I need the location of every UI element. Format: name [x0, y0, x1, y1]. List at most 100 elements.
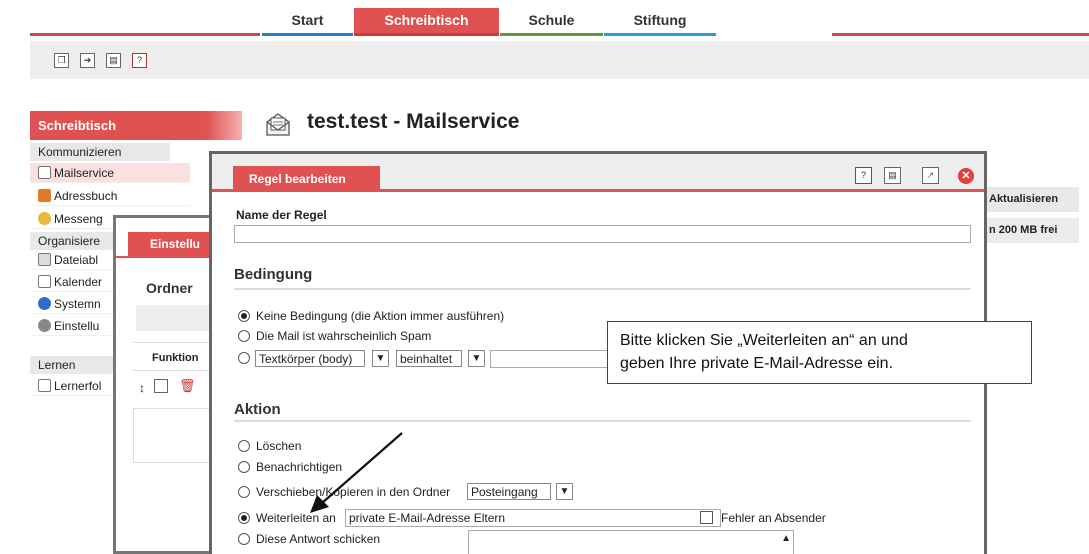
dialog-titlebar: Regel bearbeiten ? ▤ ↗ ✕: [212, 154, 984, 191]
help-icon[interactable]: ?: [132, 53, 147, 68]
sidebar-item-label: Adressbuch: [54, 189, 118, 203]
settings-window: Einstellu Ordner Funktion ↕ 🗑: [113, 215, 218, 554]
chevron-down-icon[interactable]: ▼: [556, 483, 573, 500]
sidebar-group-kommunizieren: Kommunizieren: [30, 143, 170, 161]
sidebar-item-dateiablage[interactable]: Dateiabl: [30, 250, 113, 270]
sidebar-group-lernen: Lernen: [30, 356, 113, 374]
action-delete-option[interactable]: Löschen: [238, 439, 301, 455]
scroll-up-icon[interactable]: ▲: [781, 533, 791, 544]
tab-start-underline: [262, 33, 353, 36]
folder-select[interactable]: Posteingang: [467, 483, 551, 500]
action-move-radio[interactable]: [238, 486, 250, 498]
sidebar-header-shade: [206, 111, 242, 140]
sidebar-item-label: Dateiabl: [54, 253, 99, 267]
action-delete-label: Löschen: [256, 439, 302, 453]
toolbar: ❐ ➔ ▤ ?: [30, 41, 1089, 79]
app-root: Start Schreibtisch Schule Stiftung ❐ ➔ ▤…: [0, 0, 1089, 554]
condition-divider: [234, 288, 971, 290]
action-reply-radio[interactable]: [238, 533, 250, 545]
condition-none-label: Keine Bedingung (die Aktion immer ausfüh…: [256, 309, 505, 323]
info-icon: [38, 297, 51, 310]
page-title-text: test.test - Mailservice: [307, 110, 520, 133]
action-divider: [234, 420, 971, 422]
tab-stiftung-underline: [604, 33, 716, 36]
print-icon[interactable]: ▤: [106, 53, 121, 68]
sidebar-item-systemnachrichten[interactable]: Systemn: [30, 294, 113, 314]
condition-value-input[interactable]: [490, 350, 610, 368]
sidebar-header: Schreibtisch: [30, 111, 242, 140]
sidebar-group-organisieren: Organisiere: [30, 232, 113, 250]
export-icon[interactable]: ↗: [922, 167, 939, 184]
dialog-tab-line: [212, 189, 984, 192]
action-forward-radio[interactable]: [238, 512, 250, 524]
dialog-tab[interactable]: Regel bearbeiten: [233, 166, 380, 191]
sidebar-item-adressbuch[interactable]: Adressbuch: [30, 186, 190, 206]
condition-field-option[interactable]: [238, 351, 256, 367]
tab-schule[interactable]: Schule: [500, 8, 603, 36]
settings-toolbar-row: [136, 305, 216, 331]
settings-folder-heading: Ordner: [146, 280, 193, 296]
reply-textarea[interactable]: ▲: [468, 530, 794, 554]
envelope-icon: [38, 166, 51, 179]
action-notify-radio[interactable]: [238, 461, 250, 473]
sidebar-item-lernerfolg[interactable]: Lernerfol: [30, 376, 113, 396]
delete-icon[interactable]: 🗑: [179, 378, 196, 394]
refresh-button[interactable]: Aktualisieren: [985, 187, 1079, 212]
file-storage-icon: [38, 253, 51, 266]
instruction-line-2: geben Ihre private E-Mail-Adresse ein.: [620, 355, 894, 372]
edit-icon[interactable]: [154, 379, 168, 393]
chevron-down-icon[interactable]: ▼: [372, 350, 389, 367]
settings-empty-row: [133, 408, 216, 463]
action-reply-option[interactable]: Diese Antwort schicken: [238, 532, 380, 548]
condition-none-option[interactable]: Keine Bedingung (die Aktion immer ausfüh…: [238, 309, 504, 325]
instruction-callout: Bitte klicken Sie „Weiterleiten an“ an u…: [607, 321, 1032, 384]
tab-schreibtisch-underline: [354, 33, 499, 36]
print-icon[interactable]: ▤: [884, 167, 901, 184]
sidebar-item-label: Messeng: [54, 212, 103, 226]
sidebar-item-kalender[interactable]: Kalender: [30, 272, 113, 292]
error-to-sender-label: Fehler an Absender: [721, 511, 826, 525]
tab-start[interactable]: Start: [262, 8, 353, 36]
error-to-sender-checkbox[interactable]: [700, 511, 713, 524]
quota-label: n 200 MB frei: [985, 218, 1079, 243]
sidebar-item-mailservice[interactable]: Mailservice: [30, 163, 190, 183]
pointer-arrow-icon: [310, 432, 403, 513]
nav-divider-right: [832, 33, 1089, 36]
sort-icon[interactable]: ↕: [139, 381, 145, 395]
messenger-icon: [38, 212, 51, 225]
condition-field-radio[interactable]: [238, 352, 250, 364]
address-book-icon: [38, 189, 51, 202]
close-icon[interactable]: ✕: [958, 168, 974, 184]
condition-heading: Bedingung: [234, 266, 313, 283]
sidebar-item-label: Systemn: [54, 297, 101, 311]
condition-spam-option[interactable]: Die Mail ist wahrscheinlich Spam: [238, 329, 431, 345]
settings-function-header: Funktion: [133, 342, 216, 370]
windows-icon[interactable]: ❐: [54, 53, 69, 68]
nav-divider-left: [30, 33, 260, 36]
condition-field-select[interactable]: Textkörper (body): [255, 350, 365, 367]
rule-name-input[interactable]: [234, 225, 971, 243]
tab-schreibtisch-label: Schreibtisch: [384, 12, 469, 28]
rule-name-label: Name der Regel: [236, 208, 327, 222]
settings-tab-line: [116, 256, 216, 258]
tab-stiftung[interactable]: Stiftung: [604, 8, 716, 36]
top-navigation: Start Schreibtisch Schule Stiftung: [0, 0, 1089, 36]
action-delete-radio[interactable]: [238, 440, 250, 452]
checklist-icon: [38, 379, 51, 392]
sidebar-item-einstellungen[interactable]: Einstellu: [30, 316, 113, 336]
login-icon[interactable]: ➔: [80, 53, 95, 68]
condition-operator-select[interactable]: beinhaltet: [396, 350, 462, 367]
chevron-down-icon[interactable]: ▼: [468, 350, 485, 367]
instruction-line-1: Bitte klicken Sie „Weiterleiten an“ an u…: [620, 332, 908, 349]
calendar-icon: [38, 275, 51, 288]
condition-spam-radio[interactable]: [238, 330, 250, 342]
condition-none-radio[interactable]: [238, 310, 250, 322]
action-heading: Aktion: [234, 401, 281, 418]
sidebar-item-label: Kalender: [54, 275, 103, 289]
settings-tab[interactable]: Einstellu: [128, 232, 218, 257]
tab-schreibtisch[interactable]: Schreibtisch: [354, 8, 499, 36]
sidebar-item-label: Einstellu: [54, 319, 100, 333]
tab-schule-label: Schule: [528, 12, 575, 28]
tab-start-label: Start: [291, 12, 324, 28]
help-icon[interactable]: ?: [855, 167, 872, 184]
